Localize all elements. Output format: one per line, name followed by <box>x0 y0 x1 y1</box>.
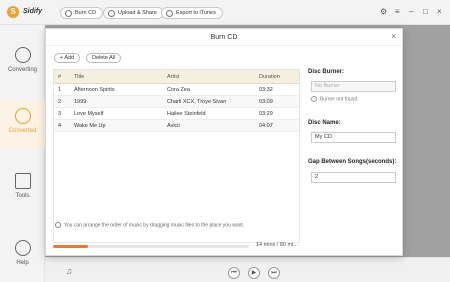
play-button[interactable]: ▶ <box>248 267 260 279</box>
capacity-progress-bar <box>53 245 249 248</box>
app-logo: S <box>7 6 19 18</box>
export-itunes-button[interactable]: Export to iTunes <box>161 7 223 19</box>
track-duration: 03:32 <box>259 87 273 93</box>
close-window-icon[interactable]: × <box>437 7 442 16</box>
column-title[interactable]: Title <box>74 74 84 80</box>
track-artist: Avicii <box>167 123 180 129</box>
track-duration: 03:09 <box>259 99 273 105</box>
delete-all-button[interactable]: Delete All <box>86 53 122 63</box>
track-title: Wake Me Up <box>74 123 106 129</box>
upload-share-label: Upload & Share <box>118 10 157 16</box>
music-note-icon: ♫ <box>65 266 73 276</box>
track-table: # Title Artist Duration 1 Afternoon Spir… <box>53 69 300 243</box>
export-itunes-label: Export to iTunes <box>176 10 216 16</box>
track-title: 1999 <box>74 99 87 105</box>
maximize-icon[interactable]: □ <box>423 7 428 16</box>
burner-note: Burner not found. <box>311 96 359 102</box>
disc-name-input[interactable]: My CD <box>311 132 396 143</box>
burn-cd-button[interactable]: Burn CD <box>60 7 104 19</box>
track-num: 1 <box>58 87 62 93</box>
disc-burner-select[interactable]: No Burner <box>311 81 396 92</box>
track-title: Afternoon Spirits <box>74 87 115 93</box>
player-bar: ♫ ⏮ ▶ ⏭ <box>45 257 450 282</box>
export-icon <box>166 10 173 17</box>
capacity-text: 14 mins / 80 mi... <box>256 242 298 248</box>
arrange-hint-text: You can arrange the order of music by dr… <box>64 222 245 229</box>
dialog-title: Burn CD <box>46 29 402 46</box>
clock-icon <box>14 108 31 124</box>
app-name: Sidify <box>23 8 43 15</box>
table-header: # Title Artist Duration <box>54 70 299 84</box>
column-artist[interactable]: Artist <box>167 74 180 80</box>
top-bar: S Sidify Burn CD Upload & Share Export t… <box>0 0 450 25</box>
disc-icon <box>65 10 72 17</box>
track-artist: Cora Zea <box>167 87 190 93</box>
sidebar-item-label: Help <box>16 260 29 266</box>
gap-stepper[interactable]: 2 <box>311 172 396 183</box>
upload-icon <box>108 10 115 17</box>
gap-label: Gap Between Songs(seconds): <box>308 159 397 165</box>
converting-icon <box>14 47 31 63</box>
upload-share-button[interactable]: Upload & Share <box>103 7 164 19</box>
help-icon <box>14 240 31 256</box>
table-row[interactable]: 3 Love Myself Hailee Steinfeld 03:29 <box>54 108 299 120</box>
track-duration: 04:07 <box>259 123 273 129</box>
capacity-progress-fill <box>53 245 89 248</box>
table-row[interactable]: 2 1999 Charli XCX, Troye Sivan 03:09 <box>54 96 299 108</box>
track-duration: 03:29 <box>259 111 273 117</box>
info-icon <box>311 96 317 102</box>
track-artist: Hailee Steinfeld <box>167 111 206 117</box>
track-num: 2 <box>58 99 62 105</box>
table-row[interactable]: 1 Afternoon Spirits Cora Zea 03:32 <box>54 84 299 96</box>
settings-icon[interactable]: ⚙ <box>380 7 387 16</box>
sidebar-item-label: Converted <box>8 128 37 134</box>
arrange-hint: You can arrange the order of music by dr… <box>55 222 244 228</box>
sidebar-item-help[interactable]: Help <box>0 240 45 276</box>
close-icon[interactable]: × <box>391 32 396 41</box>
sidebar: Converting Converted Tools Help <box>0 25 45 282</box>
track-title: Love Myself <box>74 111 104 117</box>
burner-note-text: Burner not found. <box>320 96 359 103</box>
burn-cd-label: Burn CD <box>75 10 97 16</box>
track-artist: Charli XCX, Troye Sivan <box>167 99 227 105</box>
column-duration[interactable]: Duration <box>259 74 280 80</box>
disc-name-label: Disc Name: <box>308 120 341 126</box>
app-window: S Sidify Burn CD Upload & Share Export t… <box>0 0 450 282</box>
table-row[interactable]: 4 Wake Me Up Avicii 04:07 <box>54 120 299 132</box>
info-icon <box>55 222 61 228</box>
burn-cd-dialog: Burn CD × + Add Delete All # Title Artis… <box>45 28 403 256</box>
sidebar-item-tools[interactable]: Tools <box>0 173 45 209</box>
sidebar-item-label: Converting <box>7 67 37 73</box>
disc-burner-label: Disc Burner: <box>308 69 345 75</box>
next-button[interactable]: ⏭ <box>268 267 280 279</box>
track-num: 3 <box>58 111 62 117</box>
add-button[interactable]: + Add <box>54 53 81 63</box>
sidebar-item-label: Tools <box>15 193 30 199</box>
previous-button[interactable]: ⏮ <box>228 267 240 279</box>
track-num: 4 <box>58 123 62 129</box>
sidebar-item-converting[interactable]: Converting <box>0 47 45 83</box>
menu-icon[interactable]: ≡ <box>395 7 400 16</box>
toolbox-icon <box>14 173 31 189</box>
sidebar-item-converted[interactable]: Converted <box>0 100 45 148</box>
minimize-icon[interactable]: – <box>409 7 413 16</box>
column-num: # <box>58 74 62 80</box>
